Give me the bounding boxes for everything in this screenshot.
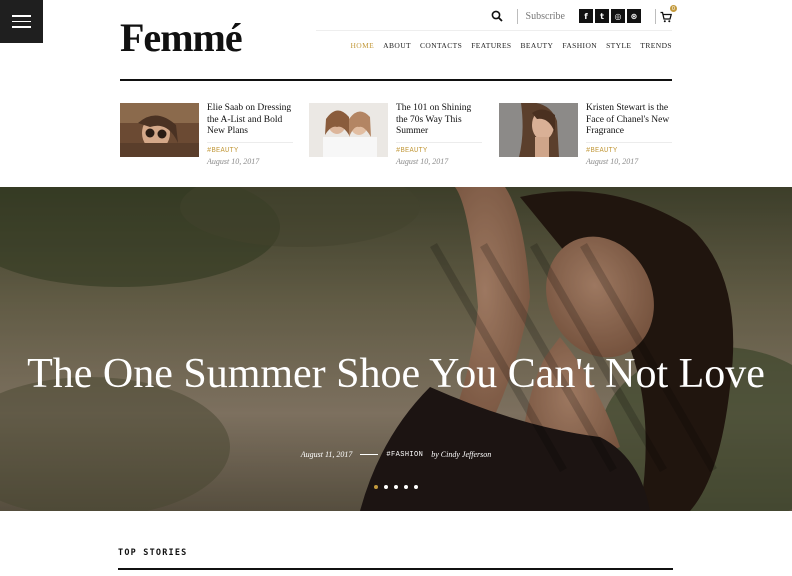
slider-dot[interactable] xyxy=(384,485,388,489)
nav-item-contacts[interactable]: CONTACTS xyxy=(420,41,462,50)
nav-item-trends[interactable]: TRENDS xyxy=(640,41,672,50)
menu-toggle-button[interactable] xyxy=(0,0,43,43)
nav-item-fashion[interactable]: FASHION xyxy=(562,41,597,50)
post-title[interactable]: The 101 on Shining the 70s Way This Summ… xyxy=(396,103,482,138)
nav-item-about[interactable]: ABOUT xyxy=(383,41,411,50)
featured-posts: Elie Saab on Dressing the A-List and Bol… xyxy=(120,103,672,173)
divider xyxy=(516,8,518,24)
post-body: The 101 on Shining the 70s Way This Summ… xyxy=(396,103,482,166)
post-title[interactable]: Elie Saab on Dressing the A-List and Bol… xyxy=(207,103,293,138)
post-body: Kristen Stewart is the Face of Chanel's … xyxy=(586,103,672,166)
hamburger-icon-bar xyxy=(12,15,31,17)
slider-dot[interactable] xyxy=(414,485,418,489)
hero-date: August 11, 2017 xyxy=(300,450,353,459)
nav-item-style[interactable]: STYLE xyxy=(606,41,631,50)
featured-post: Kristen Stewart is the Face of Chanel's … xyxy=(499,103,672,173)
hamburger-icon-bar xyxy=(12,20,31,23)
cart-count-badge: 0 xyxy=(670,5,677,12)
header-utilities: Subscribe f t ◎ ⊛ 0 xyxy=(491,5,677,24)
post-date: August 10, 2017 xyxy=(207,156,260,166)
hero-title[interactable]: The One Summer Shoe You Can't Not Love xyxy=(0,350,792,398)
post-thumbnail[interactable] xyxy=(120,103,199,157)
instagram-icon[interactable]: ◎ xyxy=(611,9,625,23)
cart-icon[interactable]: 0 xyxy=(660,5,677,23)
featured-post: Elie Saab on Dressing the A-List and Bol… xyxy=(120,103,293,173)
post-title[interactable]: Kristen Stewart is the Face of Chanel's … xyxy=(586,103,672,138)
divider xyxy=(360,454,379,455)
hero-meta: August 11, 2017 #FASHION by Cindy Jeffer… xyxy=(0,450,792,459)
top-stories-heading: TOP STORIES xyxy=(118,548,188,558)
slider-pagination xyxy=(0,485,792,489)
nav-item-features[interactable]: FEATURES xyxy=(471,41,511,50)
hero-image xyxy=(0,187,792,511)
hero-tag[interactable]: #FASHION xyxy=(386,451,423,459)
post-date: August 10, 2017 xyxy=(396,156,449,166)
nav-top-rule xyxy=(316,30,672,31)
post-date: August 10, 2017 xyxy=(586,156,639,166)
post-tag[interactable]: #BEAUTY xyxy=(396,147,482,155)
slider-dot[interactable] xyxy=(374,485,378,489)
hero-slider[interactable]: The One Summer Shoe You Can't Not Love A… xyxy=(0,187,792,511)
section-divider xyxy=(118,568,673,570)
slider-dot[interactable] xyxy=(404,485,408,489)
divider xyxy=(396,141,482,143)
subscribe-link[interactable]: Subscribe xyxy=(526,11,565,22)
nav-item-home[interactable]: HOME xyxy=(350,41,374,50)
search-icon[interactable] xyxy=(491,10,503,22)
facebook-icon[interactable]: f xyxy=(579,9,593,23)
header-divider xyxy=(120,79,672,81)
divider xyxy=(586,141,672,143)
hamburger-icon-bar xyxy=(12,26,31,28)
post-tag[interactable]: #BEAUTY xyxy=(586,147,672,155)
divider xyxy=(207,141,293,143)
main-nav: HOME ABOUT CONTACTS FEATURES BEAUTY FASH… xyxy=(350,41,672,50)
post-thumbnail[interactable] xyxy=(309,103,388,157)
divider xyxy=(655,8,656,24)
site-logo[interactable]: Femmé xyxy=(120,18,243,58)
social-links: f t ◎ ⊛ xyxy=(579,9,641,23)
featured-post: The 101 on Shining the 70s Way This Summ… xyxy=(309,103,482,173)
slider-dot[interactable] xyxy=(394,485,398,489)
post-body: Elie Saab on Dressing the A-List and Bol… xyxy=(207,103,293,166)
post-tag[interactable]: #BEAUTY xyxy=(207,147,293,155)
dribbble-icon[interactable]: ⊛ xyxy=(627,9,641,23)
nav-item-beauty[interactable]: BEAUTY xyxy=(521,41,554,50)
post-thumbnail[interactable] xyxy=(499,103,578,157)
hero-author[interactable]: by Cindy Jefferson xyxy=(431,450,491,459)
twitter-icon[interactable]: t xyxy=(595,9,609,23)
